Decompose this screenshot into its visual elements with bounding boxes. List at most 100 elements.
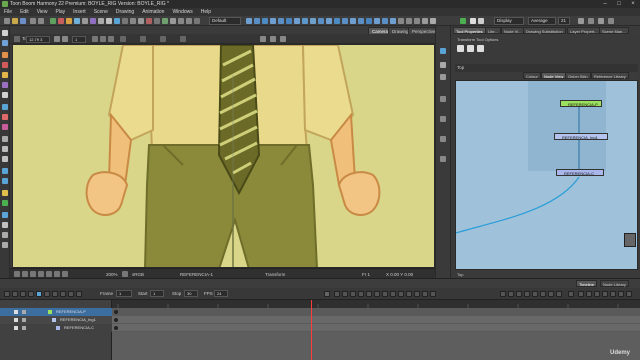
keyframe-icon[interactable] [114,310,118,314]
reset-view-icon[interactable] [14,271,20,277]
side-option5-icon[interactable] [440,156,446,162]
record-icon[interactable] [146,18,152,24]
sound-icon[interactable] [60,291,66,297]
tl-tool-10-icon[interactable] [398,291,404,297]
contour-editor-icon[interactable] [2,136,8,142]
layer-name[interactable]: REFERENCIA_Ing1 [60,316,96,324]
minimize-icon[interactable]: – [598,0,612,8]
brush-tool-icon[interactable] [50,18,56,24]
tl-tool-19-icon[interactable] [532,291,538,297]
snap-grid-icon[interactable] [467,45,474,52]
tab-node-view[interactable]: Node Vi... [501,27,525,34]
layer-visibility-icon[interactable] [14,310,18,314]
menu-scene[interactable]: Scene [94,8,108,16]
tl-tool-16-icon[interactable] [508,291,514,297]
reset-icon[interactable] [398,18,404,24]
eraser-tool-icon[interactable] [66,18,72,24]
menu-insert[interactable]: Insert [73,8,86,16]
ease-icon[interactable] [334,18,340,24]
tl-tool-8-icon[interactable] [382,291,388,297]
option-j-icon[interactable] [280,36,286,42]
tab-onion-skin[interactable]: Onion Skin [565,72,591,79]
select-tool-icon[interactable] [82,18,88,24]
morph-icon[interactable] [318,18,324,24]
preview-icon[interactable] [422,18,428,24]
motion-icon[interactable] [326,18,332,24]
open-icon[interactable] [12,18,18,24]
menu-windows[interactable]: Windows [172,8,192,16]
side-option3-icon[interactable] [440,116,446,122]
layer-row[interactable]: REFERENCIA-P [0,308,112,316]
eraser-icon[interactable] [2,72,8,78]
dropper-icon[interactable] [2,124,8,130]
frame-field[interactable]: 1 [72,36,86,43]
safe-area-icon[interactable] [22,271,28,277]
ink-icon[interactable] [2,114,8,120]
tl-tool-24-icon[interactable] [578,291,584,297]
timeline-tracks[interactable] [112,308,640,360]
smooth-icon[interactable] [2,156,8,162]
curve-icon[interactable] [262,18,268,24]
tl-tool-23-icon[interactable] [568,291,574,297]
average-select[interactable]: Average [528,17,556,25]
layer-name[interactable]: REFERENCIA-P [56,308,86,316]
tl-tool-30-icon[interactable] [626,291,632,297]
palette-side-icon[interactable] [440,62,446,68]
tl-tool-18-icon[interactable] [524,291,530,297]
menu-file[interactable]: File [4,8,12,16]
track-row[interactable] [112,308,640,316]
envelope-tool-icon[interactable] [2,178,8,184]
fps-input[interactable]: 24 [214,290,228,297]
camera-tool-icon[interactable] [2,212,8,218]
mask-icon[interactable] [46,271,52,277]
option-c-icon[interactable] [108,36,114,42]
pencil-tool-icon[interactable] [58,18,64,24]
pivot-tool-icon[interactable] [2,190,8,196]
zoom-icon[interactable] [186,18,192,24]
tl-tool-15-icon[interactable] [500,291,506,297]
paste-pose-icon[interactable] [390,18,396,24]
track-row[interactable] [112,324,640,332]
text-tool-icon[interactable] [98,18,104,24]
track-row[interactable] [112,316,640,324]
maximize-icon[interactable]: □ [612,0,626,8]
tl-tool-28-icon[interactable] [610,291,616,297]
grid-icon[interactable] [122,18,128,24]
layer-visibility-icon[interactable] [14,326,18,330]
constant-icon[interactable] [350,18,356,24]
tl-tool-14-icon[interactable] [430,291,436,297]
rotation-field[interactable]: 12.79 3 [26,36,50,43]
layer-row[interactable]: REFERENCIA-C [0,324,112,332]
redo-icon[interactable] [38,18,44,24]
pivot-icon[interactable] [154,18,160,24]
breadcrumb-icon[interactable] [14,36,20,42]
settings-icon[interactable] [608,18,614,24]
rig-tool-icon[interactable] [294,18,300,24]
zoom-level[interactable]: 200% [106,272,118,277]
color-profile[interactable]: sRGB [132,272,144,277]
contour-tool-icon[interactable] [90,18,96,24]
pencil-icon[interactable] [2,62,8,68]
menu-help[interactable]: Help [201,8,211,16]
record-button-icon[interactable] [20,291,26,297]
tl-tool-3-icon[interactable] [342,291,348,297]
tab-node-view-sub[interactable]: Node View [541,72,567,79]
tl-tool-5-icon[interactable] [358,291,364,297]
play-icon[interactable] [36,291,42,297]
start-input[interactable]: 1 [150,290,164,297]
zoom-select[interactable]: 21 [558,17,570,25]
node-referencia-p[interactable]: REFERENCIA-P [560,100,602,107]
snap-icon[interactable] [414,18,420,24]
keyframe-icon[interactable] [114,326,118,330]
light-table-icon[interactable] [138,18,144,24]
mode-check-icon[interactable] [460,18,466,24]
tl-tool-7-icon[interactable] [374,291,380,297]
new-icon[interactable] [4,18,10,24]
tl-tool-27-icon[interactable] [602,291,608,297]
display-select[interactable]: Display [494,17,524,25]
tab-library[interactable]: Libr... [485,27,501,34]
menu-edit[interactable]: Edit [20,8,29,16]
tl-tool-21-icon[interactable] [548,291,554,297]
speed-icon[interactable] [76,291,82,297]
select-arrow-icon[interactable] [2,30,8,36]
